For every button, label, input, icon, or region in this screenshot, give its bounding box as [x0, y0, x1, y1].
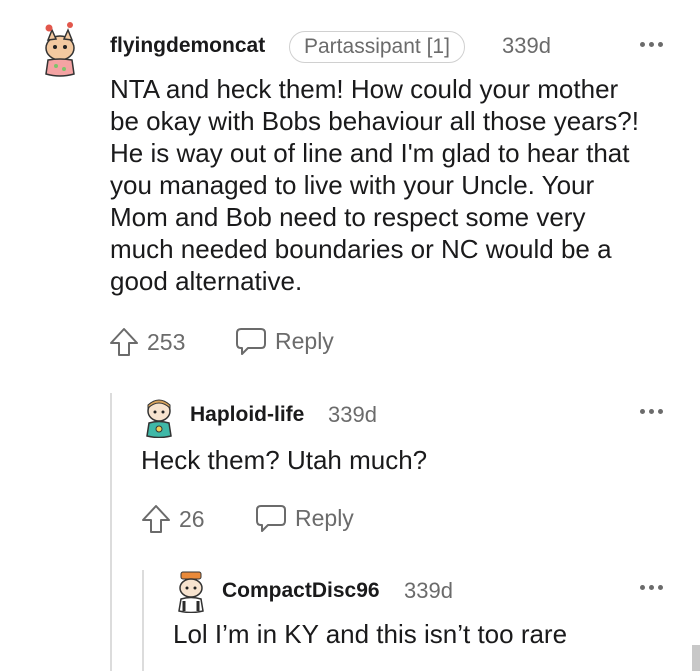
thread-line[interactable]: [110, 393, 112, 671]
comment-text-line: good alternative.: [110, 266, 303, 296]
comment-username[interactable]: Haploid-life: [190, 403, 304, 427]
more-options-icon[interactable]: [640, 407, 664, 415]
reply-label[interactable]: Reply: [295, 505, 354, 532]
comment-text-line: much needed boundaries or NC would be a: [110, 234, 612, 264]
thread-line[interactable]: [142, 570, 144, 671]
upvote-arrow-icon[interactable]: [140, 503, 172, 535]
comment-body: Lol I’m in KY and this isn’t too rare: [173, 619, 568, 649]
speech-bubble-icon: [236, 328, 266, 355]
comment-text-line: Mom and Bob need to respect some very: [110, 202, 586, 232]
comment-age[interactable]: 339d: [502, 33, 551, 59]
avatar-icon[interactable]: [172, 571, 210, 613]
upvote-button[interactable]: 26: [140, 503, 205, 535]
reply-button[interactable]: Reply: [255, 502, 354, 534]
more-options-icon[interactable]: [640, 583, 664, 591]
user-flair-badge: Partassipant [1]: [289, 31, 465, 63]
avatar-icon[interactable]: [140, 396, 178, 438]
scrollbar[interactable]: [692, 645, 700, 671]
avatar-icon[interactable]: [34, 18, 86, 80]
upvote-arrow-icon[interactable]: [108, 326, 140, 358]
comment-body: Heck them? Utah much?: [141, 445, 428, 475]
vote-count: 26: [179, 505, 205, 532]
comment-body: NTA and heck them! How could your mother…: [110, 73, 639, 297]
vote-count: 253: [147, 328, 186, 355]
more-options-icon[interactable]: [640, 40, 664, 48]
comment-age[interactable]: 339d: [404, 578, 453, 604]
comment-age[interactable]: 339d: [328, 402, 377, 428]
comment-text-line: He is way out of line and I'm glad to he…: [110, 138, 630, 168]
upvote-button[interactable]: 253: [108, 326, 185, 358]
comment-text-line: NTA and heck them! How could your mother: [110, 74, 619, 104]
comment-username[interactable]: CompactDisc96: [222, 579, 380, 603]
reply-label[interactable]: Reply: [275, 328, 334, 355]
comment-username[interactable]: flyingdemoncat: [110, 34, 265, 58]
comment-text-line: you managed to live with your Uncle. You…: [110, 170, 595, 200]
comment-text-line: be okay with Bobs behaviour all those ye…: [110, 106, 639, 136]
reply-button[interactable]: Reply: [235, 325, 334, 357]
speech-bubble-icon: [256, 505, 286, 532]
